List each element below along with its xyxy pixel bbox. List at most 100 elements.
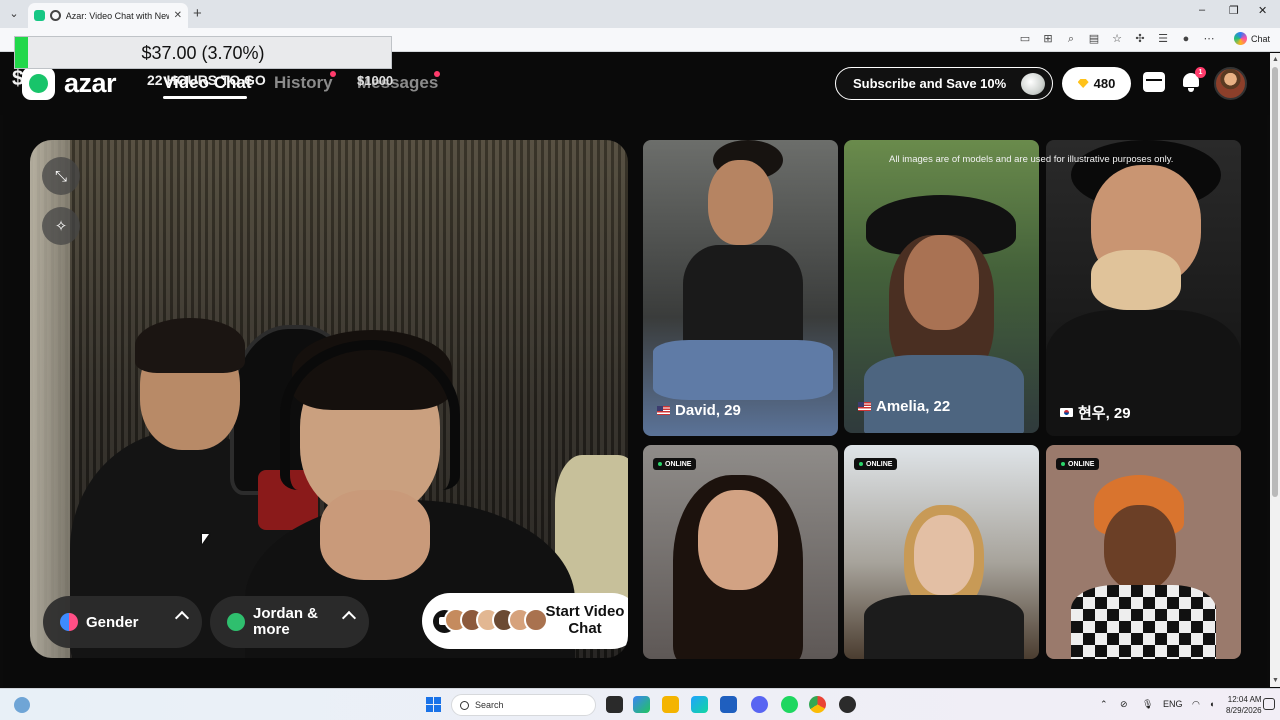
profile-icon[interactable]: ●: [1179, 32, 1193, 46]
more-icon[interactable]: ⋯: [1202, 32, 1216, 46]
gender-filter-button[interactable]: Gender: [43, 596, 202, 648]
online-dot-icon: [658, 462, 662, 466]
us-flag-icon: [657, 406, 670, 415]
zoom-icon[interactable]: ⌕: [1064, 32, 1078, 46]
file-explorer-icon[interactable]: [662, 696, 679, 713]
online-dot-icon: [1061, 462, 1065, 466]
gems-balance-button[interactable]: 480: [1062, 67, 1131, 100]
tab-extension-icon: [34, 10, 45, 21]
volume-icon[interactable]: ◖: [1209, 699, 1214, 709]
apps-icon[interactable]: ⊞: [1041, 32, 1055, 46]
maximize-button[interactable]: ❐: [1229, 4, 1239, 17]
notification-center-icon[interactable]: [1263, 698, 1275, 710]
discord-icon[interactable]: [751, 696, 768, 713]
profile-card-hyunwoo[interactable]: 현우, 29: [1046, 140, 1241, 436]
stream-overlay-prize: $1000: [357, 73, 394, 88]
profile-card-online-2[interactable]: ONLINE: [844, 445, 1039, 659]
wifi-icon[interactable]: ◠: [1192, 699, 1200, 710]
azar-logo-text[interactable]: azar: [64, 68, 117, 99]
app-icon[interactable]: [781, 696, 798, 713]
taskbar-clock[interactable]: 12:04 AM 8/29/2026: [1226, 694, 1262, 716]
active-tab-indicator: [163, 96, 247, 99]
profile-name-david: David, 29: [657, 402, 741, 419]
camera-icon[interactable]: ▭: [1018, 32, 1032, 46]
scrollbar-thumb[interactable]: [1272, 67, 1278, 497]
chevron-up-icon: [341, 610, 357, 626]
network-off-icon[interactable]: ⊘: [1120, 699, 1128, 710]
taskbar-search-label: Search: [475, 700, 504, 710]
reader-icon[interactable]: ▤: [1087, 32, 1101, 46]
task-view-icon[interactable]: [606, 696, 623, 713]
clock-date: 8/29/2026: [1226, 706, 1262, 715]
chevron-up-icon: [174, 610, 190, 626]
toolbar-icons: ▭ ⊞ ⌕ ▤ ☆ ✣ ☰ ● ⋯: [1018, 32, 1216, 46]
microphone-icon[interactable]: 🎙: [1142, 699, 1153, 710]
online-dot-icon: [859, 462, 863, 466]
gender-label: Gender: [86, 613, 139, 631]
subscribe-mascot-icon: [1021, 73, 1045, 95]
location-label: Jordan & more: [253, 605, 319, 638]
window-close-button[interactable]: ✕: [1258, 4, 1267, 17]
start-menu-icon[interactable]: [426, 697, 441, 712]
online-badge: ONLINE: [854, 458, 898, 470]
illustrative-disclaimer: All images are of models and are used fo…: [889, 154, 1174, 165]
location-filter-button[interactable]: Jordan & more: [210, 596, 369, 648]
effects-wand-icon[interactable]: ✧: [42, 207, 80, 245]
favorites-list-icon[interactable]: ☰: [1156, 32, 1170, 46]
start-video-chat-button[interactable]: Start Video Chat: [422, 593, 628, 649]
stream-overlay-countdown: 22 HOURS TO GO: [147, 72, 266, 88]
subscribe-button[interactable]: Subscribe and Save 10%: [835, 67, 1053, 100]
preview-faces: [444, 608, 548, 632]
windows-taskbar: Search ⌃ ⊘ 🎙 ENG ◠ ◖ 12:04 AM 8/29/2026: [0, 688, 1280, 720]
gems-count: 480: [1093, 76, 1116, 91]
online-badge: ONLINE: [653, 458, 697, 470]
tray-chevron-up-icon[interactable]: ⌃: [1100, 699, 1108, 710]
azar-logo-icon[interactable]: [22, 67, 55, 100]
tab-favicon-icon: [49, 10, 61, 21]
profile-card-online-1[interactable]: ONLINE: [643, 445, 838, 659]
new-tab-button[interactable]: +: [193, 5, 202, 22]
tab-history[interactable]: History: [274, 73, 333, 93]
gender-icon: [60, 613, 78, 631]
scroll-down-icon[interactable]: ▼: [1272, 677, 1279, 684]
gem-icon: [1077, 79, 1089, 88]
store-app-icon[interactable]: [720, 696, 737, 713]
us-flag-icon: [858, 402, 871, 411]
extensions-icon[interactable]: ✣: [1133, 32, 1147, 46]
notification-count-badge: 1: [1195, 67, 1206, 78]
main-content: ⤡ ✧ Gender Jordan & more Start Video Cha…: [3, 115, 1267, 687]
browser-tab-bar: ⌄ Azar: Video Chat with New Pe ✕ + – ❐ ✕: [0, 0, 1280, 28]
teams-icon[interactable]: [633, 696, 650, 713]
store-icon[interactable]: [1143, 72, 1165, 92]
tab-list-button[interactable]: ⌄: [6, 6, 22, 22]
copilot-icon: [1233, 32, 1247, 45]
language-indicator[interactable]: ENG: [1163, 699, 1183, 709]
minimize-button[interactable]: –: [1199, 4, 1205, 16]
taskbar-search[interactable]: Search: [451, 694, 596, 716]
minimize-preview-icon[interactable]: ⤡: [42, 157, 80, 195]
stream-ticker-overlay: $37.00 (3.70%): [14, 36, 392, 69]
history-badge-dot: [330, 71, 336, 77]
user-avatar[interactable]: [1214, 67, 1247, 100]
favorite-icon[interactable]: ☆: [1110, 32, 1124, 46]
clock-time: 12:04 AM: [1227, 695, 1262, 704]
copilot-button[interactable]: Chat: [1233, 32, 1270, 45]
start-video-chat-label: Start Video Chat: [545, 603, 625, 637]
stream-overlay-dollar: $: [12, 67, 24, 90]
mouse-cursor: [202, 534, 209, 544]
profile-name-hyunwoo: 현우, 29: [1060, 402, 1131, 423]
profile-card-amelia[interactable]: Amelia, 22: [844, 140, 1039, 433]
weather-widget-icon[interactable]: [14, 697, 30, 713]
profile-card-online-3[interactable]: ONLINE: [1046, 445, 1241, 659]
chrome-icon[interactable]: [809, 696, 826, 713]
tab-close-icon[interactable]: ✕: [174, 10, 182, 21]
obs-icon[interactable]: [839, 696, 856, 713]
browser-tab-azar[interactable]: Azar: Video Chat with New Pe ✕: [28, 3, 188, 28]
profile-card-david[interactable]: David, 29: [643, 140, 838, 436]
tab-title: Azar: Video Chat with New Pe: [65, 10, 169, 21]
scroll-up-icon[interactable]: ▲: [1272, 56, 1279, 63]
copilot-label: Chat: [1250, 33, 1270, 44]
page-scrollbar[interactable]: ▲ ▼: [1270, 53, 1280, 687]
messages-badge-dot: [434, 71, 440, 77]
edge-icon[interactable]: [691, 696, 708, 713]
